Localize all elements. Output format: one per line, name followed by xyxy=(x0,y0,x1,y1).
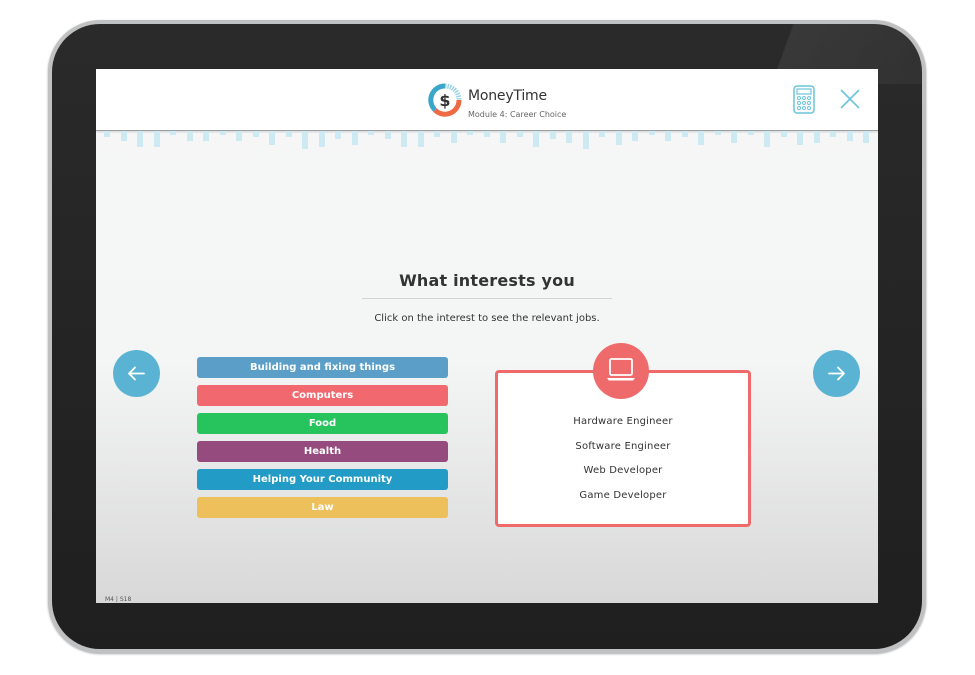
decorative-bar xyxy=(302,131,308,149)
decorative-bar xyxy=(137,131,143,147)
job-item: Hardware Engineer xyxy=(573,416,673,427)
jobs-panel-icon-badge xyxy=(593,343,649,399)
decorative-bar xyxy=(698,131,704,145)
decorative-bar xyxy=(467,131,473,135)
slide-code: M4 | S18 xyxy=(105,596,132,603)
decorative-bar xyxy=(104,131,110,137)
decorative-bar xyxy=(252,131,259,137)
decorative-bar xyxy=(401,131,407,147)
app-header: $ MoneyTime Module 4: Career Choice xyxy=(96,69,878,131)
interest-building-button[interactable]: Building and fixing things xyxy=(197,357,448,378)
decorative-bar xyxy=(681,131,688,137)
decorative-bar xyxy=(450,131,457,143)
interest-food-button[interactable]: Food xyxy=(197,413,448,434)
decorative-bar xyxy=(582,131,589,149)
decorative-bar xyxy=(483,131,490,137)
jobs-list: Hardware Engineer Software Engineer Web … xyxy=(495,416,751,514)
decorative-bar xyxy=(731,131,737,143)
app-screen: $ MoneyTime Module 4: Career Choice What… xyxy=(96,69,878,603)
decorative-bar xyxy=(186,131,193,141)
decorative-bar xyxy=(500,131,506,143)
decorative-bar xyxy=(615,131,622,145)
decorative-bar xyxy=(351,131,358,145)
decorative-bar xyxy=(648,131,655,135)
decorative-bars xyxy=(96,131,878,151)
job-item: Web Developer xyxy=(583,465,663,476)
instructions-text: Click on the interest to see the relevan… xyxy=(374,313,600,324)
app-brand: MoneyTime xyxy=(468,88,547,104)
decorative-bar xyxy=(665,131,671,141)
decorative-bar xyxy=(566,131,572,143)
decorative-bar xyxy=(797,131,803,145)
dollar-circle-logo-icon: $ xyxy=(428,83,462,117)
next-button[interactable] xyxy=(813,350,860,397)
interest-computers-button[interactable]: Computers xyxy=(197,385,448,406)
decorative-bar xyxy=(747,131,754,135)
decorative-bar xyxy=(417,131,424,147)
decorative-bar xyxy=(830,131,836,137)
decorative-bar xyxy=(632,131,638,141)
decorative-bar xyxy=(599,131,605,137)
decorative-bar xyxy=(236,131,242,141)
interest-law-button[interactable]: Law xyxy=(197,497,448,518)
page-title: What interests you xyxy=(399,271,575,290)
decorative-bar xyxy=(170,131,176,135)
title-divider xyxy=(362,298,612,299)
svg-text:$: $ xyxy=(439,91,450,110)
decorative-bar xyxy=(780,131,787,137)
decorative-bar xyxy=(863,131,869,143)
decorative-bar xyxy=(335,131,341,139)
decorative-bar xyxy=(846,131,853,141)
previous-button[interactable] xyxy=(113,350,160,397)
decorative-bar xyxy=(714,131,721,135)
decorative-bar xyxy=(203,131,209,141)
arrow-left-icon xyxy=(128,366,145,381)
decorative-bar xyxy=(368,131,374,135)
decorative-bar xyxy=(549,131,556,139)
decorative-bar xyxy=(120,131,127,141)
close-icon[interactable] xyxy=(839,88,861,110)
decorative-bar xyxy=(153,131,160,147)
decorative-bar xyxy=(285,131,292,137)
decorative-bar xyxy=(813,131,820,143)
decorative-bar xyxy=(533,131,539,147)
decorative-bar xyxy=(219,131,226,135)
module-label: Module 4: Career Choice xyxy=(468,110,567,119)
job-item: Game Developer xyxy=(579,489,667,501)
decorative-bar xyxy=(764,131,770,147)
interest-community-button[interactable]: Helping Your Community xyxy=(197,469,448,490)
laptop-icon xyxy=(607,358,635,381)
decorative-bar xyxy=(434,131,440,137)
calculator-icon[interactable] xyxy=(793,85,815,114)
arrow-right-icon xyxy=(828,366,845,381)
job-item: Software Engineer xyxy=(575,440,671,452)
decorative-bar xyxy=(318,131,325,147)
decorative-bar xyxy=(269,131,275,145)
decorative-bar xyxy=(384,131,391,139)
interest-list: Building and fixing things Computers Foo… xyxy=(197,357,448,525)
interest-health-button[interactable]: Health xyxy=(197,441,448,462)
decorative-bar xyxy=(516,131,523,137)
